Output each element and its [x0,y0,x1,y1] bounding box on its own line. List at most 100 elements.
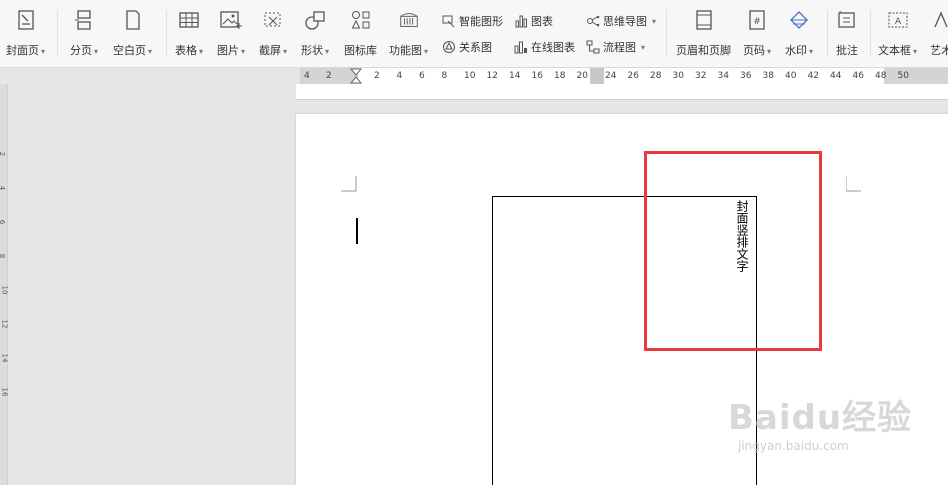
vruler-number: 16 [0,387,9,397]
page-number-label: 页码 [743,44,765,57]
flowchart-icon [586,40,600,54]
ruler-right-margin [884,68,948,84]
divider [870,10,871,56]
comment-icon: * [836,8,858,32]
mind-map-button[interactable]: 思维导图 ▾ [586,13,656,29]
watermark-url: jingyan.baidu.com [738,439,849,453]
text-cursor [356,218,358,244]
divider [166,10,167,56]
chevron-down-icon: ▾ [148,47,153,56]
ruler-number: 12 [486,71,498,81]
ruler-text-area [358,68,884,84]
chevron-down-icon: ▾ [424,47,429,56]
ruler-number: 48 [875,71,887,81]
page-break-button[interactable]: 分页 ▾ [70,8,98,58]
vruler-number: 8 [0,254,6,258]
comment-button[interactable]: * 批注 [836,8,858,58]
textbox-label: 文本框 [878,44,911,57]
ruler-number: 6 [419,71,425,81]
watermark: Baidu经验 jingyan.baidu.com [728,390,912,453]
chevron-down-icon: ▾ [94,47,99,56]
page-number-icon: # [746,8,768,32]
flowchart-label: 流程图 [603,41,636,54]
online-chart-icon [514,40,528,54]
picture-icon [220,8,242,32]
picture-label: 图片 [217,44,239,57]
flowchart-button[interactable]: 流程图 ▾ [586,39,645,55]
margin-corner-mark [341,176,357,192]
icon-library-label: 图标库 [344,44,377,57]
cover-page-button[interactable]: 封面页 ▾ [6,8,45,58]
watermark-label: 水印 [785,44,807,57]
vruler-number: 4 [0,186,6,190]
ruler-number: 4 [304,71,310,81]
ruler-number: 26 [627,71,639,81]
ruler-number: 18 [554,71,566,81]
function-chart-button[interactable]: 功能图 ▾ [389,8,428,58]
blank-page-button[interactable]: 空白页 ▾ [113,8,152,58]
vruler-number: 2 [0,152,6,156]
ruler-number: 28 [650,71,662,81]
smart-graphic-icon [442,14,456,28]
online-chart-button[interactable]: 在线图表 [514,39,575,55]
vertical-ruler[interactable]: 2 4 6 8 10 12 14 16 [0,84,8,485]
art-text-button[interactable]: 艺术 [930,8,948,58]
svg-text:*: * [839,10,842,17]
horizontal-ruler[interactable]: 4 2 2 4 6 8 10 12 14 16 18 20 24 26 28 30 32 34 36 38 40 42 44… [0,68,948,84]
chevron-down-icon: ▾ [283,47,288,56]
function-chart-label: 功能图 [389,44,422,57]
ruler-number: 20 [576,71,588,81]
table-button[interactable]: 表格 ▾ [175,8,203,58]
header-footer-button[interactable]: 页眉和页脚 [676,8,731,58]
cover-page-label: 封面页 [6,44,39,57]
smart-graphic-label: 智能图形 [459,15,503,28]
ruler-number: 2 [326,71,332,81]
header-footer-label: 页眉和页脚 [676,44,731,57]
svg-text:A: A [894,17,901,27]
picture-button[interactable]: 图片 ▾ [217,8,245,58]
icon-library-button[interactable]: 图标库 [344,8,377,58]
ruler-column-marker[interactable] [590,68,604,84]
ruler-number: 16 [531,71,543,81]
chevron-down-icon: ▾ [241,47,246,56]
table-label: 表格 [175,44,197,57]
ruler-number: 50 [897,71,909,81]
relation-chart-button[interactable]: 关系图 [442,39,492,55]
chevron-down-icon: ▾ [199,47,204,56]
ruler-number: 4 [396,71,403,81]
watermark-icon [788,8,810,32]
vruler-number: 14 [0,353,9,363]
watermark-brand: Baidu经验 [728,398,913,438]
chart-icon [514,14,528,28]
screenshot-label: 截屏 [259,44,281,57]
ruler-number: 24 [605,71,617,81]
smart-graphic-button[interactable]: 智能图形 [442,13,503,29]
vruler-number: 6 [0,220,6,224]
screenshot-button[interactable]: 截屏 ▾ [259,8,287,58]
shapes-button[interactable]: 形状 ▾ [301,8,329,58]
ruler-strip: 4 2 2 4 6 8 10 12 14 16 18 20 24 26 28 30 32 34 36 38 40 42 44… [300,68,948,84]
table-icon [178,8,200,32]
margin-corner-mark [846,176,861,192]
ruler-number: 8 [441,71,448,81]
relation-chart-icon [442,40,456,54]
chart-button[interactable]: 图表 [514,13,553,29]
ruler-number: 34 [717,71,729,81]
page-break-label: 分页 [70,44,92,57]
vruler-number: 12 [0,319,9,329]
shapes-label: 形状 [301,44,323,57]
chevron-down-icon: ▾ [767,47,772,56]
art-text-label: 艺术 [930,44,948,57]
indent-marker-icon[interactable] [350,68,362,84]
chevron-down-icon: ▾ [325,47,330,56]
watermark-button[interactable]: 水印 ▾ [785,8,813,58]
online-chart-label: 在线图表 [531,41,575,54]
ruler-number: 40 [785,71,797,81]
svg-text:#: # [753,17,761,27]
textbox-button[interactable]: A 文本框 ▾ [878,8,917,58]
divider [666,10,667,56]
ruler-number: 2 [374,71,380,81]
ruler-number: 46 [852,71,864,81]
page-number-button[interactable]: # 页码 ▾ [743,8,771,58]
ruler-number: 42 [807,71,819,81]
